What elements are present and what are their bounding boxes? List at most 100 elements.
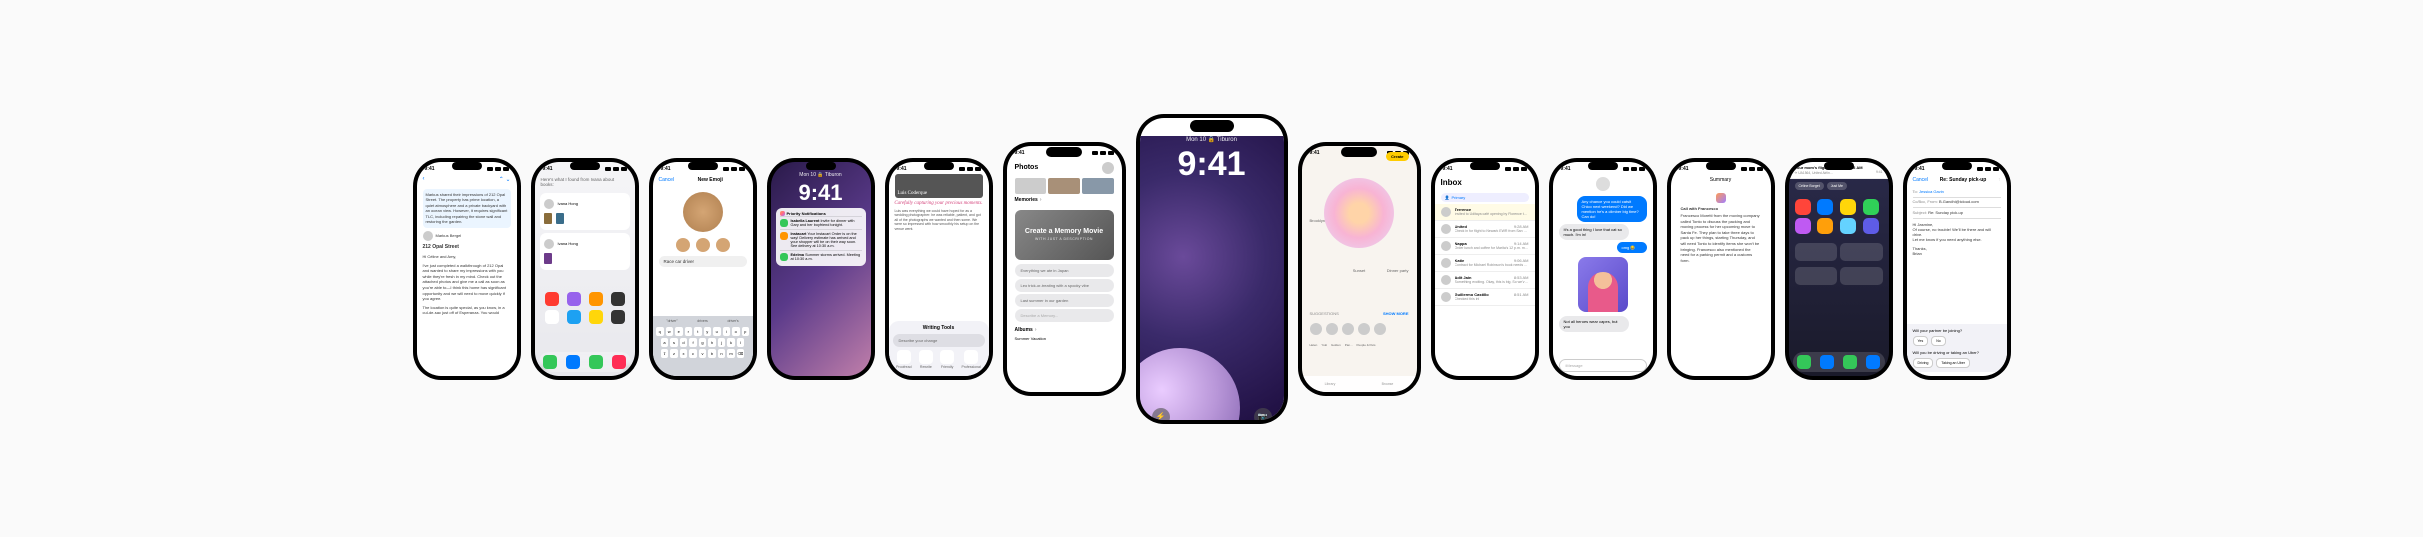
app-icon[interactable] <box>589 292 603 306</box>
dock-safari-icon[interactable] <box>566 355 580 369</box>
siri-result-card[interactable]: Ivana Hong <box>540 193 630 230</box>
app-icon[interactable] <box>1795 199 1811 215</box>
create-memory-card[interactable]: Create a Memory Movie WITH JUST A DESCRI… <box>1015 210 1114 260</box>
memory-prompt[interactable]: Leo trick-or-treating with a spooky vibe <box>1015 279 1114 292</box>
dock-safari-icon[interactable] <box>1820 355 1834 369</box>
reply-body[interactable]: Let me know if you need anything else. <box>1913 237 2001 242</box>
reply-body[interactable]: Of course, no trouble! We'll be there an… <box>1913 227 2001 237</box>
send-button[interactable]: ↑ <box>1998 177 2001 183</box>
widget[interactable] <box>1840 243 1883 261</box>
app-icon[interactable] <box>545 310 559 324</box>
photo-thumb[interactable] <box>1048 178 1080 194</box>
app-icon[interactable] <box>611 310 625 324</box>
profile-icon[interactable] <box>1102 162 1114 174</box>
recent-strip[interactable] <box>1007 178 1122 194</box>
memory-prompt[interactable]: Last summer in our garden <box>1015 294 1114 307</box>
tab-library[interactable]: Library <box>1325 382 1336 386</box>
app-icon[interactable] <box>1840 199 1856 215</box>
app-icon[interactable] <box>1817 218 1833 234</box>
app-icon[interactable] <box>1817 199 1833 215</box>
friendly-button[interactable]: Friendly <box>940 350 954 369</box>
mail-row[interactable]: Nappa 9:14 AMOrder lunch and coffee for … <box>1435 238 1535 255</box>
focus-contact-pill[interactable]: Céline Borget <box>1795 182 1824 190</box>
mail-actions[interactable]: ⌃ ⌄ <box>499 176 511 183</box>
dock-messages-icon[interactable] <box>1843 355 1857 369</box>
option-no[interactable]: No <box>1931 336 1945 346</box>
mail-row[interactable]: United 9:28 AMCheck in for flight to New… <box>1435 221 1535 238</box>
dock-phone-icon[interactable] <box>543 355 557 369</box>
professional-button[interactable]: Professional <box>962 350 981 369</box>
mail-row[interactable]: Guillermo Castillo 8:51 AMChecked this i… <box>1435 289 1535 306</box>
mail-row[interactable]: Katie 9:06 AMContract for Michael Robins… <box>1435 255 1535 272</box>
mail-row[interactable]: Adit Jain 8:53 AMSomething exciting. Oka… <box>1435 272 1535 289</box>
albums-section[interactable]: Albums <box>1007 324 1122 336</box>
focus-mode-pill[interactable]: Just Me <box>1827 182 1847 190</box>
notification[interactable]: Edelma Summer storms arrived. Meeting at… <box>780 250 862 263</box>
option-uber[interactable]: Taking an Uber <box>1936 358 1970 368</box>
dock-messages-icon[interactable] <box>589 355 603 369</box>
prompt-input[interactable]: Race car driver <box>659 256 747 267</box>
variant[interactable] <box>696 238 710 252</box>
collection-orb[interactable] <box>1324 178 1394 248</box>
message-in[interactable]: It's a good thing I love that cat so muc… <box>1559 224 1629 240</box>
notification[interactable]: Isabella Laurent Invite for dinner with … <box>780 216 862 229</box>
variant[interactable] <box>716 238 730 252</box>
cc-field[interactable]: Cc/Bcc, From: B.Gandhi@icloud.com <box>1913 199 2001 204</box>
widget[interactable] <box>1840 267 1883 285</box>
dock-mail-icon[interactable] <box>1866 355 1880 369</box>
message-in[interactable]: Not all heroes wear capes, but you <box>1559 316 1629 332</box>
app-icon[interactable] <box>1863 199 1879 215</box>
app-icon[interactable] <box>611 292 625 306</box>
proofread-button[interactable]: Proofread <box>896 350 911 369</box>
show-more-button[interactable]: SHOW MORE <box>1383 311 1409 316</box>
describe-change-input[interactable]: Describe your change <box>893 334 985 347</box>
create-button[interactable]: Create <box>1386 152 1408 161</box>
app-icon[interactable] <box>1795 218 1811 234</box>
app-icon[interactable] <box>1840 218 1856 234</box>
person-avatar[interactable] <box>1374 323 1386 335</box>
rewrite-button[interactable]: Rewrite <box>919 350 933 369</box>
ai-generated-image[interactable] <box>1578 257 1628 312</box>
primary-filter[interactable]: 👤 Primary <box>1441 193 1529 202</box>
album-row[interactable]: Summer Vacation <box>1007 336 1122 341</box>
person-avatar[interactable] <box>1358 323 1370 335</box>
back-button[interactable]: ‹ <box>423 176 425 183</box>
subject-field[interactable]: Subject: Re: Sunday pick-up <box>1913 210 2001 215</box>
app-icon[interactable] <box>1863 218 1879 234</box>
notification[interactable]: Instacart Your Instacart Order is on the… <box>780 229 862 250</box>
person-avatar[interactable] <box>1310 323 1322 335</box>
sender-row[interactable]: Markus Bergel <box>423 231 511 241</box>
photo-thumb[interactable] <box>1082 178 1114 194</box>
person-avatar[interactable] <box>1326 323 1338 335</box>
to-field[interactable]: To: Jessica Gavin <box>1913 189 2001 194</box>
message-input[interactable]: iMessage <box>1559 359 1647 372</box>
memory-prompt[interactable]: Everything we ate in Japan <box>1015 264 1114 277</box>
reply-signoff[interactable]: Thanks, Brian <box>1913 246 2001 256</box>
message-out[interactable]: Any chance you could catsit Chico next w… <box>1577 196 1647 222</box>
memories-section[interactable]: Memories <box>1007 194 1122 206</box>
siri-result-card[interactable]: Ivana Hong <box>540 233 630 270</box>
describe-memory-input[interactable]: Describe a Memory... <box>1015 309 1114 322</box>
message-out[interactable]: omg 😂 <box>1617 242 1647 253</box>
app-icon[interactable] <box>567 310 581 324</box>
widget[interactable] <box>1795 243 1838 261</box>
cancel-button[interactable]: Cancel <box>1913 177 1929 183</box>
pinned-mail[interactable]: TerrenceInvited to Uditaya café opening … <box>1435 204 1535 221</box>
option-driving[interactable]: Driving <box>1913 358 1934 368</box>
dock-music-icon[interactable] <box>612 355 626 369</box>
option-yes[interactable]: Yes <box>1913 336 1929 346</box>
dock-phone-icon[interactable] <box>1797 355 1811 369</box>
app-icon[interactable] <box>545 292 559 306</box>
cancel-button[interactable]: Cancel <box>659 177 675 183</box>
app-icon[interactable] <box>589 310 603 324</box>
variant[interactable] <box>676 238 690 252</box>
person-avatar[interactable] <box>1342 323 1354 335</box>
chat-header[interactable] <box>1553 174 1653 194</box>
widget[interactable] <box>1795 267 1838 285</box>
tab-browse[interactable]: Browse <box>1382 382 1394 386</box>
camera-button[interactable]: 📷 <box>1254 408 1272 420</box>
app-icon[interactable] <box>567 292 581 306</box>
photo-thumb[interactable] <box>1015 178 1047 194</box>
collection-label[interactable]: Brooklyn <box>1310 218 1326 223</box>
flashlight-button[interactable]: ⚡ <box>1152 408 1170 420</box>
